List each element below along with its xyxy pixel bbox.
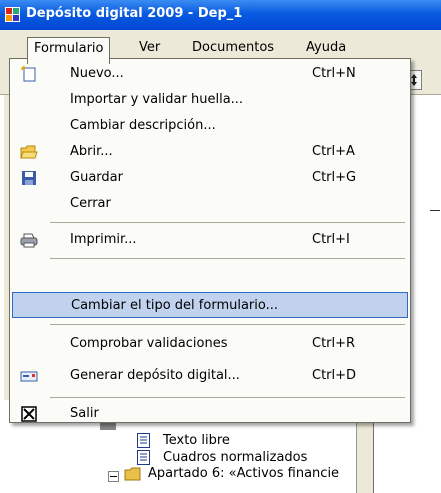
collapse-icon[interactable] <box>108 471 119 482</box>
new-document-icon <box>21 66 36 82</box>
document-icon <box>137 450 150 465</box>
folder-icon <box>124 467 141 481</box>
menu-separator <box>50 324 405 325</box>
tree-item-texto-libre[interactable]: Texto libre <box>163 433 230 448</box>
window-title: Depósito digital 2009 - Dep_1 <box>26 6 243 21</box>
menu-item-comprobar[interactable]: Comprobar validaciones Ctrl+R <box>12 331 408 357</box>
menu-item-salir[interactable]: Salir <box>12 401 408 427</box>
menu-separator <box>50 222 405 223</box>
formulario-dropdown-menu: Nuevo... Ctrl+N Importar y validar huell… <box>9 58 411 423</box>
close-box-icon <box>21 406 37 422</box>
menu-separator <box>50 258 405 259</box>
menu-item-guardar[interactable]: Guardar Ctrl+G <box>12 165 408 191</box>
document-icon <box>137 433 150 448</box>
menu-item-cerrar[interactable]: Cerrar <box>12 191 408 217</box>
app-icon <box>5 7 20 22</box>
save-icon <box>22 171 36 185</box>
printer-icon <box>20 233 38 248</box>
menu-item-abrir[interactable]: Abrir... Ctrl+A <box>12 139 408 165</box>
menu-ayuda[interactable]: Ayuda <box>300 37 352 59</box>
menu-item-generar[interactable]: Generar depósito digital... Ctrl+D <box>12 363 408 389</box>
menu-formulario[interactable]: Formulario <box>27 37 111 64</box>
menu-item-cambiar-tipo[interactable]: Cambiar el tipo del formulario... <box>12 292 408 318</box>
menu-item-imprimir[interactable]: Imprimir... Ctrl+I <box>12 227 408 253</box>
tree-item-cuadros-normalizados[interactable]: Cuadros normalizados <box>163 450 307 465</box>
open-folder-icon <box>20 145 38 159</box>
menu-item-nuevo[interactable]: Nuevo... Ctrl+N <box>12 61 408 87</box>
menu-separator <box>50 397 405 398</box>
menu-documentos[interactable]: Documentos <box>186 37 280 59</box>
splitter-mark <box>430 210 440 211</box>
card-icon <box>20 371 38 382</box>
menu-item-cambiar-descripcion[interactable]: Cambiar descripción... <box>12 113 408 139</box>
menu-item-importar[interactable]: Importar y validar huella... <box>12 87 408 113</box>
menu-ver[interactable]: Ver <box>133 37 166 59</box>
tree-item-apartado-6[interactable]: Apartado 6: «Activos financie <box>148 466 339 481</box>
title-bar[interactable]: Depósito digital 2009 - Dep_1 <box>0 0 441 30</box>
